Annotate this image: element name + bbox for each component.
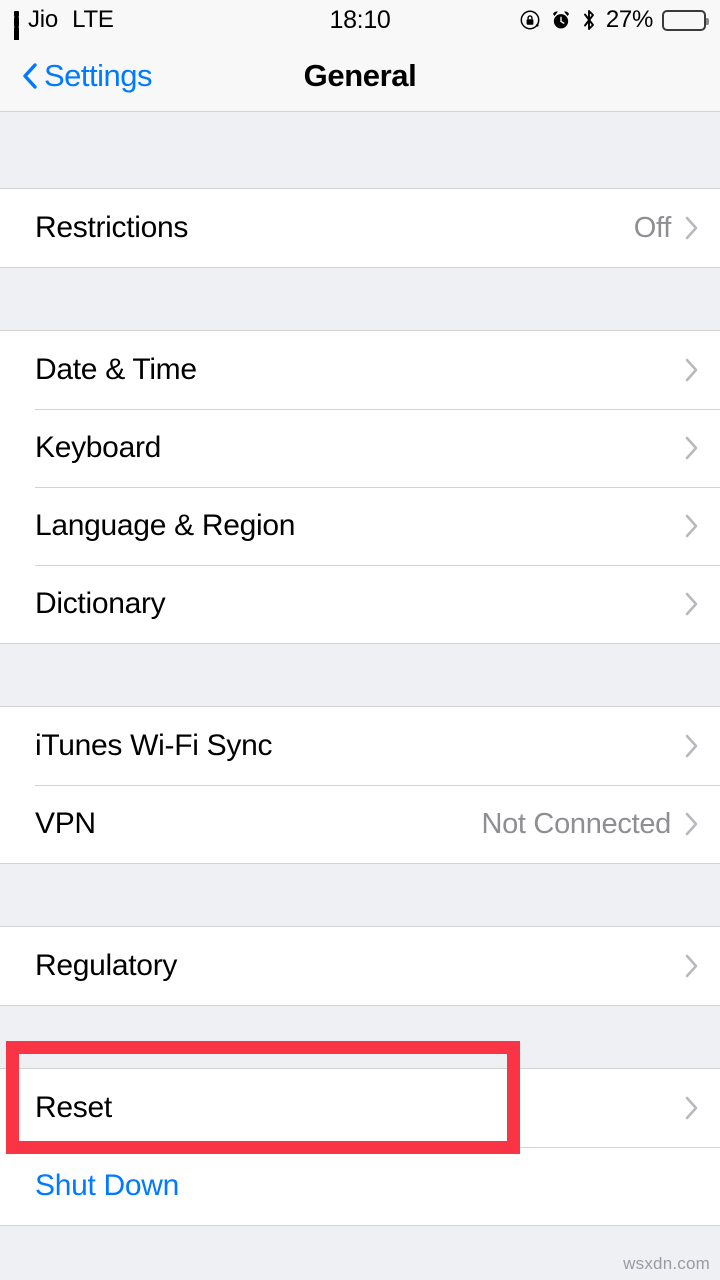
carrier-label: Jio: [28, 6, 59, 33]
chevron-right-icon: [685, 592, 698, 616]
status-bar-right: 27%: [519, 6, 709, 34]
chevron-right-icon: [685, 216, 698, 240]
chevron-right-icon: [685, 954, 698, 978]
list-item-language-and-region[interactable]: Language & Region: [0, 487, 720, 565]
list-item-accessory: Off: [634, 212, 698, 245]
battery-percent-label: 27%: [605, 6, 653, 33]
section-gap: [0, 864, 720, 926]
list-item-label: Dictionary: [35, 587, 166, 620]
section-gap: [0, 112, 720, 188]
list-item-label: iTunes Wi-Fi Sync: [35, 729, 273, 762]
page-title: General: [303, 57, 417, 93]
chevron-right-icon: [685, 358, 698, 382]
list-item-accessory: [685, 592, 698, 616]
list-item-value: Off: [633, 211, 672, 244]
rotation-lock-icon: [519, 9, 541, 31]
list-item-label: Restrictions: [35, 211, 189, 244]
list-item-keyboard[interactable]: Keyboard: [0, 409, 720, 487]
list-item-restrictions[interactable]: Restrictions Off: [0, 189, 720, 267]
list-item-label: VPN: [35, 807, 96, 840]
navigation-bar: Settings General: [0, 40, 720, 112]
alarm-clock-icon: [550, 9, 572, 31]
list-item-regulatory[interactable]: Regulatory: [0, 927, 720, 1005]
restrictions-section: Restrictions Off: [0, 188, 720, 268]
list-item-reset[interactable]: Reset: [0, 1069, 720, 1147]
list-item-label: Date & Time: [35, 353, 197, 386]
list-item-shut-down[interactable]: Shut Down: [0, 1147, 720, 1225]
bluetooth-icon: [581, 8, 597, 32]
list-item-accessory: Not Connected: [481, 808, 698, 841]
list-item-accessory: [685, 358, 698, 382]
reset-section: Reset Shut Down: [0, 1068, 720, 1226]
watermark: wsxdn.com: [623, 1254, 710, 1273]
chevron-right-icon: [685, 514, 698, 538]
list-item-date-and-time[interactable]: Date & Time: [0, 331, 720, 409]
list-item-label: Keyboard: [35, 431, 162, 464]
list-item-value: Not Connected: [481, 807, 671, 840]
list-item-accessory: [685, 514, 698, 538]
list-item-label: Regulatory: [35, 949, 178, 982]
list-item-label: Shut Down: [35, 1169, 180, 1202]
list-item-dictionary[interactable]: Dictionary: [0, 565, 720, 643]
chevron-right-icon: [685, 812, 698, 836]
section-gap: [0, 268, 720, 330]
chevron-right-icon: [685, 436, 698, 460]
status-bar: Jio LTE 18:10 27%: [0, 0, 720, 59]
battery-icon: [662, 9, 709, 31]
chevron-right-icon: [685, 734, 698, 758]
list-item-label: Language & Region: [35, 509, 296, 542]
list-item-accessory: [685, 954, 698, 978]
chevron-right-icon: [685, 1096, 698, 1120]
section-gap: [0, 644, 720, 706]
sync-section: iTunes Wi-Fi Sync VPN Not Connected: [0, 706, 720, 864]
list-item-label: Reset: [35, 1091, 112, 1124]
locale-section: Date & Time Keyboard Language & Region Dict…: [0, 330, 720, 644]
section-gap: [0, 1006, 720, 1068]
list-item-accessory: [685, 436, 698, 460]
network-type-label: LTE: [72, 6, 114, 33]
regulatory-section: Regulatory: [0, 926, 720, 1006]
status-bar-left: Jio LTE: [14, 6, 519, 59]
list-item-itunes-wifi-sync[interactable]: iTunes Wi-Fi Sync: [0, 707, 720, 785]
list-item-accessory: [685, 734, 698, 758]
settings-list: Restrictions Off Date & Time Keyboard Langua…: [0, 112, 720, 1226]
list-item-vpn[interactable]: VPN Not Connected: [0, 785, 720, 863]
signal-bars-icon: [14, 11, 19, 59]
phone-screen: Jio LTE 18:10 27% Settings General Restr…: [0, 0, 720, 1280]
list-item-accessory: [685, 1096, 698, 1120]
